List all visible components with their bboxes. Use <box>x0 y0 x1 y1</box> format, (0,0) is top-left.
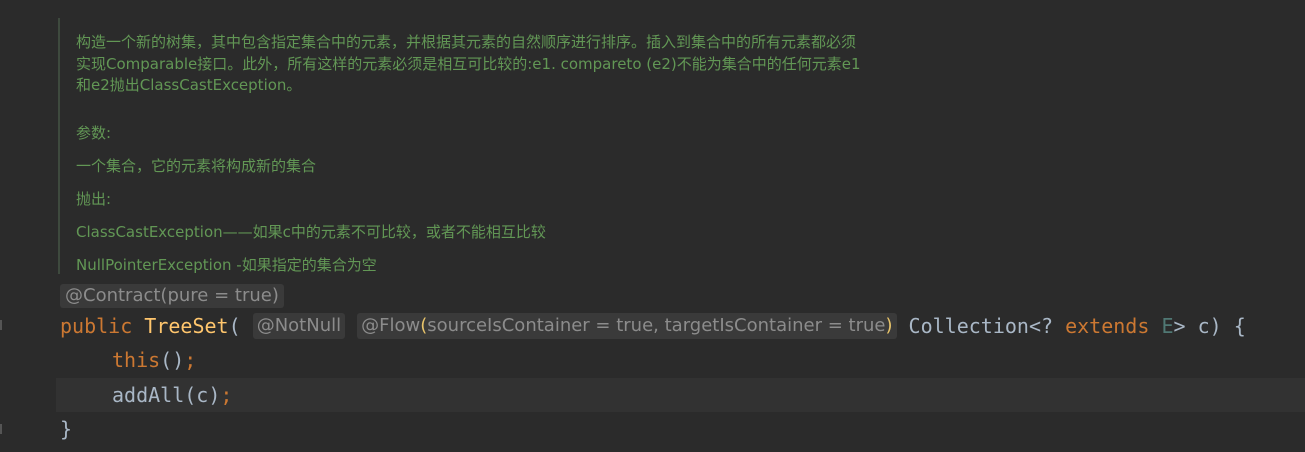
code-line-this[interactable]: this(); <box>112 345 196 375</box>
inferred-annotation: @Contract(pure = true) <box>60 284 284 308</box>
gutter-fold-marker[interactable] <box>0 424 8 434</box>
javadoc-throws-2: NullPointerException -如果指定的集合为空 <box>76 256 377 274</box>
flow-annotation-args: sourceIsContainer = true, targetIsContai… <box>427 315 886 336</box>
flow-annotation-name: @Flow <box>361 315 421 336</box>
semicolon: ; <box>184 348 197 372</box>
javadoc-param-desc: 一个集合，它的元素将构成新的集合 <box>76 157 317 175</box>
close-brace: } <box>60 417 73 441</box>
keyword-public: public <box>60 314 133 338</box>
param-type: Collection<? <box>908 314 1066 338</box>
keyword-extends: extends <box>1065 314 1150 338</box>
param-rest: > c) { <box>1173 314 1246 338</box>
contract-inlay-hint[interactable]: @Contract(pure = true) <box>60 284 284 308</box>
this-parens: () <box>160 348 185 372</box>
javadoc-throws-1: ClassCastException——如果c中的元素不可比较，或者不能相互比较 <box>76 223 546 241</box>
caret-line-highlight <box>56 378 1305 412</box>
constructor-name: TreeSet <box>144 314 229 338</box>
javadoc-throws-label: 抛出: <box>76 190 112 208</box>
flow-inlay-hint[interactable]: @Flow(sourceIsContainer = true, targetIs… <box>357 313 897 339</box>
type-parameter-e: E <box>1161 314 1174 338</box>
addall-call: addAll(c) <box>112 383 221 407</box>
flow-close-paren: ) <box>885 315 893 336</box>
code-line-close-brace[interactable]: } <box>60 414 72 444</box>
javadoc-params-label: 参数: <box>76 124 112 142</box>
javadoc-block: 构造一个新的树集，其中包含指定集合中的元素，并根据其元素的自然顺序进行排序。插入… <box>58 18 960 274</box>
semicolon: ; <box>220 383 233 407</box>
code-line-addall[interactable]: addAll(c); <box>112 380 232 410</box>
javadoc-description: 构造一个新的树集，其中包含指定集合中的元素，并根据其元素的自然顺序进行排序。插入… <box>76 33 861 94</box>
keyword-this: this <box>112 348 161 372</box>
code-line-constructor[interactable]: public TreeSet( @NotNull @Flow(sourceIsC… <box>60 311 1246 341</box>
open-paren: ( <box>228 314 241 338</box>
notnull-inlay-hint[interactable]: @NotNull <box>252 313 346 339</box>
gutter-fold-marker[interactable] <box>0 320 8 330</box>
